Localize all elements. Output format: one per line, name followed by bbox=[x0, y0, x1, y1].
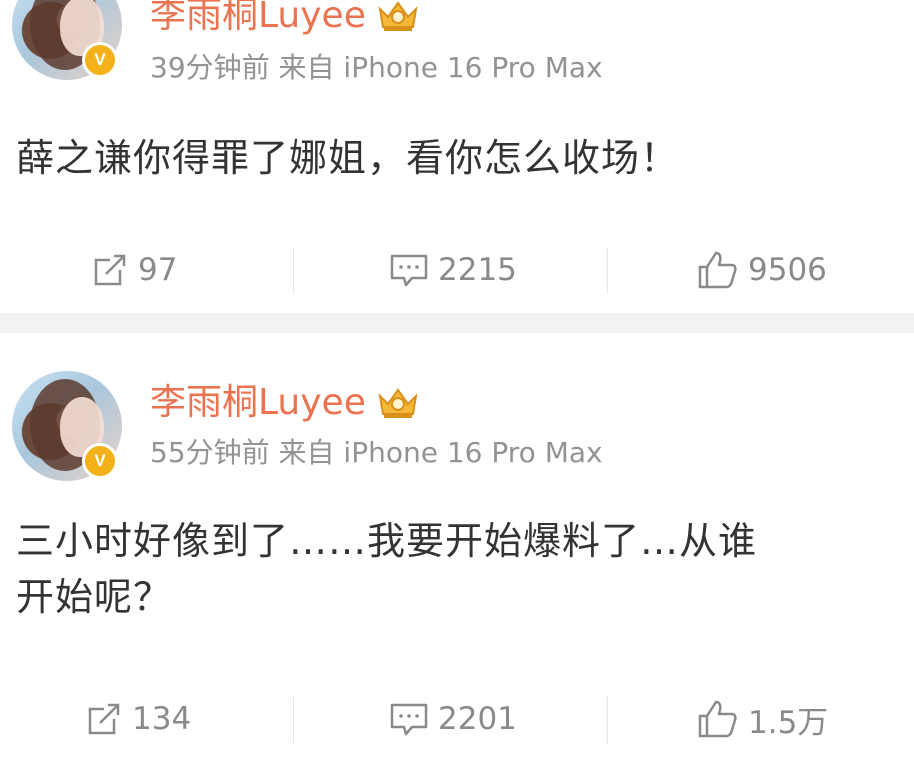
like-count: 1.5万 bbox=[748, 704, 829, 741]
separator bbox=[607, 248, 608, 294]
weibo-post-2: V 李雨桐Luyee 55分钟前 来自 iPhone 16 Pro Max 三小… bbox=[0, 333, 914, 765]
verified-badge-icon: V bbox=[82, 443, 118, 479]
comment-icon bbox=[390, 254, 428, 287]
like-count: 9506 bbox=[748, 252, 827, 288]
like-button[interactable]: 9506 bbox=[696, 240, 827, 300]
feed-divider bbox=[0, 313, 914, 333]
comment-button[interactable]: 2215 bbox=[388, 240, 517, 300]
username[interactable]: 李雨桐Luyee bbox=[150, 381, 366, 425]
separator bbox=[607, 697, 608, 743]
post-meta: 55分钟前 来自 iPhone 16 Pro Max bbox=[150, 436, 603, 469]
repost-count: 134 bbox=[132, 701, 192, 737]
repost-icon bbox=[94, 254, 126, 286]
action-bar: 134 2201 1.5万 bbox=[0, 689, 914, 749]
repost-icon bbox=[88, 703, 120, 735]
post-content: 三小时好像到了……我要开始爆料了…从谁 开始呢？ bbox=[16, 513, 757, 625]
comment-button[interactable]: 2201 bbox=[388, 689, 517, 749]
comment-count: 2201 bbox=[438, 701, 517, 737]
comment-icon bbox=[390, 703, 428, 736]
repost-button[interactable]: 97 bbox=[90, 240, 177, 300]
separator bbox=[293, 248, 294, 294]
separator bbox=[293, 697, 294, 743]
like-icon bbox=[698, 251, 737, 289]
verified-badge-icon: V bbox=[82, 42, 118, 78]
repost-button[interactable]: 134 bbox=[84, 689, 191, 749]
avatar[interactable]: V bbox=[12, 371, 122, 481]
like-button[interactable]: 1.5万 bbox=[696, 689, 828, 749]
post-content: 薛之谦你得罪了娜姐，看你怎么收场！ bbox=[16, 130, 679, 186]
avatar[interactable]: V bbox=[12, 0, 122, 80]
repost-count: 97 bbox=[138, 252, 178, 288]
post-meta: 39分钟前 来自 iPhone 16 Pro Max bbox=[150, 51, 603, 84]
crown-badge-icon[interactable] bbox=[376, 0, 420, 33]
username[interactable]: 李雨桐Luyee bbox=[150, 0, 366, 38]
action-bar: 97 2215 9506 bbox=[0, 240, 914, 300]
content-line: 开始呢？ bbox=[16, 575, 173, 619]
comment-count: 2215 bbox=[438, 252, 517, 288]
weibo-post-1: V 李雨桐Luyee 39分钟前 来自 iPhone 16 Pro Max 薛之… bbox=[0, 0, 914, 313]
name-row: 李雨桐Luyee bbox=[150, 0, 420, 38]
name-row: 李雨桐Luyee bbox=[150, 381, 420, 425]
content-line: 三小时好像到了……我要开始爆料了…从谁 bbox=[16, 519, 758, 563]
crown-badge-icon[interactable] bbox=[376, 386, 420, 420]
content-line: 薛之谦你得罪了娜姐，看你怎么收场！ bbox=[16, 136, 680, 180]
like-icon bbox=[698, 700, 737, 738]
